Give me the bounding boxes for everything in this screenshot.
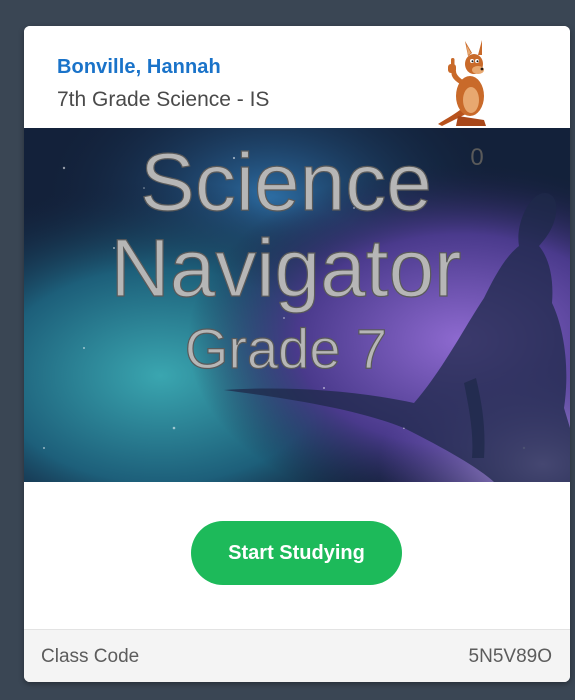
class-card: Bonville, Hannah 7th Grade Science - IS xyxy=(24,26,570,682)
banner-title-line1: Science xyxy=(140,137,432,228)
class-code-value: 5N5V89O xyxy=(468,646,552,667)
banner-title-line2: Navigator xyxy=(111,223,462,314)
class-code-label: Class Code xyxy=(41,646,140,667)
start-studying-button[interactable]: Start Studying xyxy=(191,521,402,585)
student-name[interactable]: Bonville, Hannah xyxy=(57,56,221,79)
banner-title-line3: Grade 7 xyxy=(185,317,387,380)
kangaroo-mascot-icon xyxy=(438,40,486,126)
class-code-footer: Class Code 5N5V89O xyxy=(24,629,570,682)
class-name: 7th Grade Science - IS xyxy=(57,88,270,111)
score-value: 0 xyxy=(470,144,484,171)
